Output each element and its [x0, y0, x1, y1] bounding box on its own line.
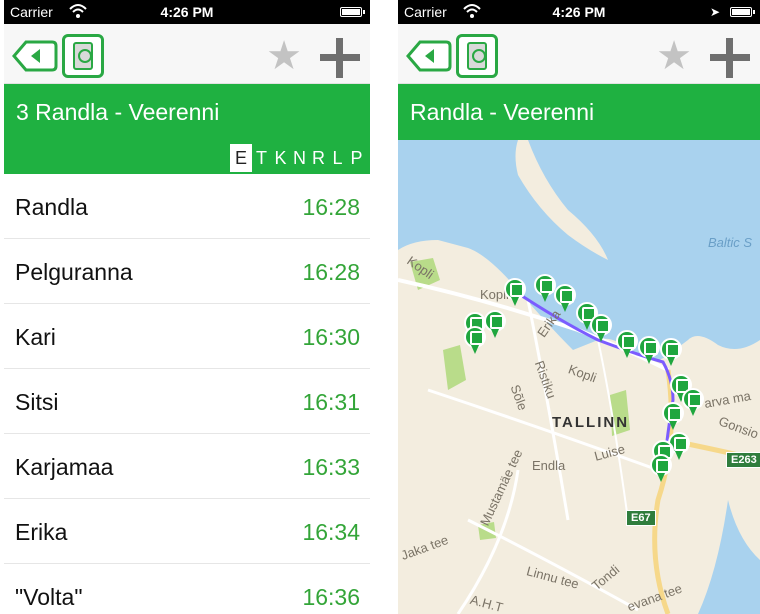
- stop-list: Randla 16:28 Pelguranna 16:28 Kari 16:30…: [4, 174, 370, 614]
- day-tab[interactable]: T: [252, 144, 271, 172]
- plus-icon[interactable]: [710, 38, 750, 78]
- map-label-city: TALLINN: [552, 414, 630, 431]
- navigation-bar: ★: [398, 24, 760, 84]
- star-icon[interactable]: ★: [654, 36, 694, 76]
- star-icon[interactable]: ★: [264, 36, 304, 76]
- bus-stop-pin-icon[interactable]: [616, 330, 638, 360]
- list-item[interactable]: "Volta" 16:36: [4, 564, 370, 614]
- day-tab[interactable]: E: [230, 144, 252, 172]
- bus-stop-pin-icon[interactable]: [554, 284, 576, 314]
- clock: 4:26 PM: [160, 4, 214, 20]
- ticket-card-icon[interactable]: [62, 34, 104, 78]
- departure-time: 16:31: [302, 389, 360, 415]
- route-map[interactable]: Baltic S Kopli Kopli Erika Kopli Ristiku…: [398, 140, 760, 614]
- route-title: 3 Randla - Veerenni: [16, 99, 220, 125]
- list-item[interactable]: Pelguranna 16:28: [4, 239, 370, 304]
- stop-name: Erika: [15, 519, 68, 545]
- bus-stop-pin-icon[interactable]: [504, 278, 526, 308]
- road-sign-e67: E67: [626, 510, 656, 526]
- route-title: Randla - Veerenni: [410, 99, 595, 125]
- ticket-card-icon[interactable]: [456, 34, 498, 78]
- location-arrow-icon: ➤: [709, 5, 720, 19]
- list-item[interactable]: Kari 16:30: [4, 304, 370, 369]
- list-item[interactable]: Karjamaa 16:33: [4, 434, 370, 499]
- departure-time: 16:28: [302, 194, 360, 220]
- map-label-sea: Baltic S: [708, 235, 753, 250]
- stop-name: Randla: [15, 194, 88, 220]
- list-item[interactable]: Randla 16:28: [4, 174, 370, 239]
- departure-time: 16:33: [302, 454, 360, 480]
- list-item[interactable]: Sitsi 16:31: [4, 369, 370, 434]
- back-arrow-icon[interactable]: [12, 40, 58, 72]
- battery-icon: [340, 7, 365, 17]
- bus-stop-pin-icon[interactable]: [682, 388, 704, 418]
- day-tabs: E T K N R L P: [230, 144, 366, 172]
- route-header: 3 Randla - Veerenni E T K N R L P: [4, 84, 370, 174]
- departure-time: 16:36: [302, 584, 360, 610]
- departure-time: 16:34: [302, 519, 360, 545]
- bus-stop-pin-icon[interactable]: [464, 326, 486, 356]
- route-map-screen: Carrier 4:26 PM ➤ ★ Randla - Veerenni Ba…: [398, 0, 760, 614]
- clock: 4:26 PM: [552, 4, 606, 20]
- stop-name: Karjamaa: [15, 454, 114, 480]
- bus-stop-pin-icon[interactable]: [590, 314, 612, 344]
- map-label-street: Endla: [532, 458, 566, 473]
- timetable-screen: Carrier 4:26 PM ★ 3 Randla - Veerenni E …: [4, 0, 370, 614]
- bus-stop-pin-icon[interactable]: [650, 454, 672, 484]
- plus-icon[interactable]: [320, 38, 360, 78]
- bus-stop-pin-icon[interactable]: [534, 274, 556, 304]
- list-item[interactable]: Erika 16:34: [4, 499, 370, 564]
- stop-name: Sitsi: [15, 389, 59, 415]
- departure-time: 16:28: [302, 259, 360, 285]
- stop-name: "Volta": [15, 584, 83, 610]
- bus-stop-pin-icon[interactable]: [662, 402, 684, 432]
- stop-name: Kari: [15, 324, 56, 350]
- route-header: Randla - Veerenni: [398, 84, 760, 140]
- day-tab[interactable]: N: [290, 144, 309, 172]
- bus-stop-pin-icon[interactable]: [638, 336, 660, 366]
- screenshot-stage: Carrier 4:26 PM ★ 3 Randla - Veerenni E …: [0, 0, 760, 614]
- bus-stop-pin-icon[interactable]: [484, 310, 506, 340]
- stop-name: Pelguranna: [15, 259, 133, 285]
- battery-icon: [730, 7, 755, 17]
- day-tab[interactable]: P: [347, 144, 366, 172]
- navigation-bar: ★: [4, 24, 370, 84]
- departure-time: 16:30: [302, 324, 360, 350]
- day-tab[interactable]: L: [328, 144, 347, 172]
- back-arrow-icon[interactable]: [406, 40, 452, 72]
- day-tab[interactable]: K: [271, 144, 290, 172]
- status-bar: Carrier 4:26 PM: [4, 0, 370, 24]
- status-bar: Carrier 4:26 PM ➤: [398, 0, 760, 24]
- road-sign-e263: E263: [726, 452, 760, 468]
- day-tab[interactable]: R: [309, 144, 328, 172]
- bus-stop-pin-icon[interactable]: [660, 338, 682, 368]
